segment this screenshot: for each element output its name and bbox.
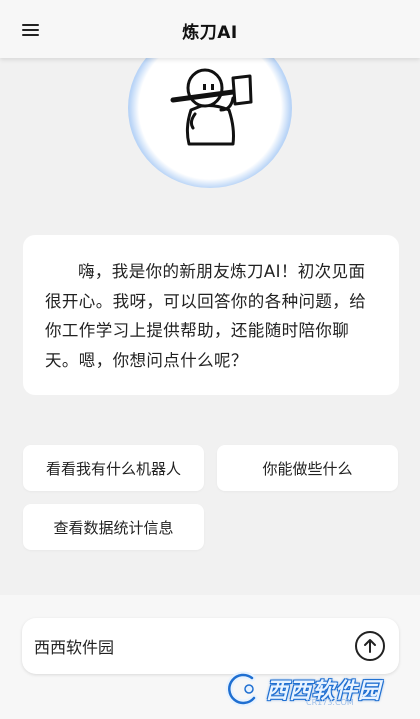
suggestion-view-statistics[interactable]: 查看数据统计信息: [23, 504, 204, 550]
send-button[interactable]: [355, 631, 385, 661]
message-input-box: [22, 618, 399, 674]
suggestion-my-robots[interactable]: 看看我有什么机器人: [23, 445, 204, 491]
arrow-up-circle-icon: [364, 639, 376, 653]
suggestion-what-can-you-do[interactable]: 你能做些什么: [217, 445, 398, 491]
greeting-message-text: 嗨，我是你的新朋友炼刀AI！初次见面很开心。我呀，可以回答你的各种问题，给你工作…: [45, 262, 367, 370]
page-title: 炼刀AI: [182, 23, 238, 43]
greeting-message-card: 嗨，我是你的新朋友炼刀AI！初次见面很开心。我呀，可以回答你的各种问题，给你工作…: [23, 235, 399, 395]
message-input[interactable]: [34, 632, 334, 660]
stick-figure-with-hammer-icon: [170, 68, 253, 146]
watermark: 西西软件园 CR173.COM: [222, 668, 408, 710]
watermark-logo-icon: [222, 670, 266, 708]
avatar: [155, 48, 265, 158]
app-header: 炼刀AI: [0, 0, 420, 58]
watermark-subtext: CR173.COM: [306, 698, 354, 707]
